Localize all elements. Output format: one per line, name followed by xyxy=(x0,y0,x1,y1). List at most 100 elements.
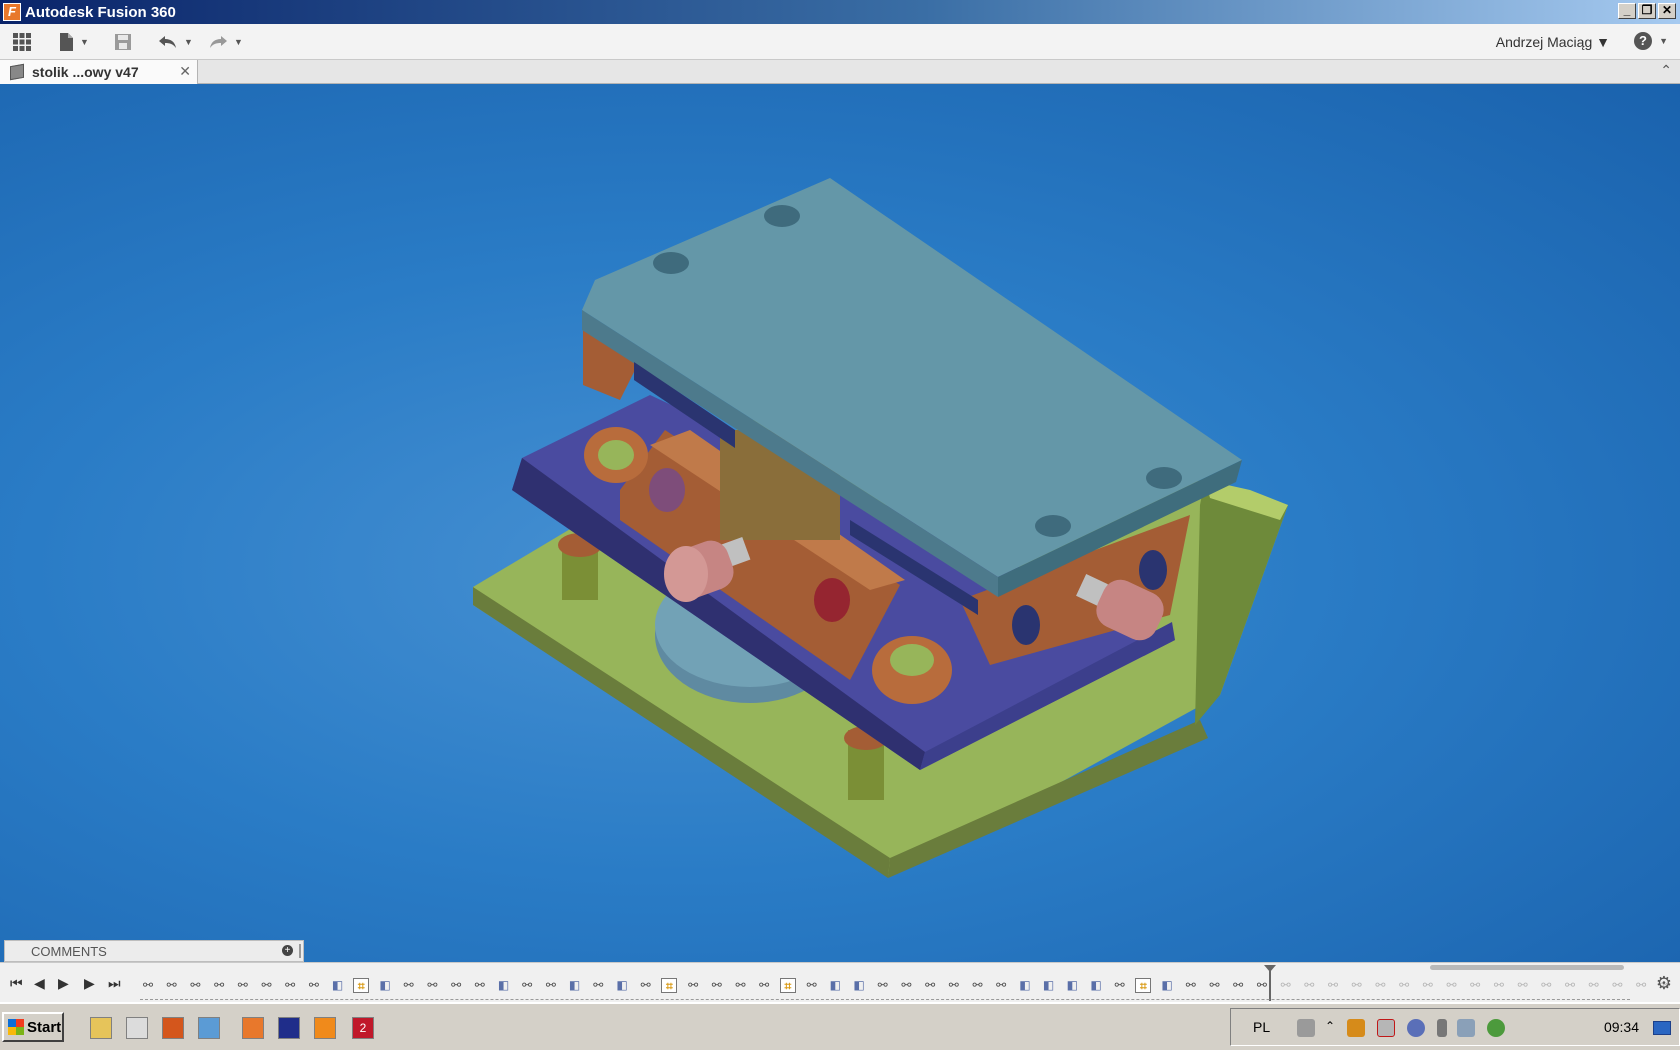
canvas-viewport[interactable] xyxy=(0,84,1680,964)
timeline-joint-icon[interactable]: ⚯ xyxy=(424,978,440,993)
timeline-joint-icon[interactable]: ⚯ xyxy=(1633,978,1649,993)
volume-icon[interactable] xyxy=(1437,1019,1447,1037)
save-icon[interactable] xyxy=(114,32,132,52)
timeline-joint-icon[interactable]: ⚯ xyxy=(1278,978,1294,993)
file-menu-caret-icon[interactable]: ▼ xyxy=(80,37,89,47)
timeline-joint-icon[interactable]: ⚯ xyxy=(259,978,275,993)
timeline-joint-icon[interactable]: ⚯ xyxy=(164,978,180,993)
timeline-sketch-icon[interactable]: ⌗ xyxy=(661,978,678,993)
network-disconnected-icon[interactable] xyxy=(1377,1019,1395,1037)
timeline-joint-icon[interactable]: ⚯ xyxy=(211,978,227,993)
tab-close-icon[interactable]: ✕ xyxy=(179,63,191,80)
timeline-joint-icon[interactable]: ⚯ xyxy=(1207,978,1223,993)
step-forward-icon[interactable]: ▶ xyxy=(84,975,95,992)
timeline-body-icon[interactable]: ◧ xyxy=(567,978,583,993)
timeline-joint-icon[interactable]: ⚯ xyxy=(590,978,606,993)
timeline-joint-icon[interactable]: ⚯ xyxy=(472,978,488,993)
keyboard-icon[interactable] xyxy=(1297,1019,1315,1037)
timeline-joint-icon[interactable]: ⚯ xyxy=(946,978,962,993)
timeline-joint-icon[interactable]: ⚯ xyxy=(543,978,559,993)
app-launch-icon[interactable] xyxy=(198,1017,220,1039)
timeline-body-icon[interactable]: ◧ xyxy=(330,978,346,993)
start-button[interactable]: Start xyxy=(2,1012,64,1042)
timeline-joint-icon[interactable]: ⚯ xyxy=(187,978,203,993)
close-button[interactable]: ✕ xyxy=(1658,3,1676,19)
timeline-joint-icon[interactable]: ⚯ xyxy=(733,978,749,993)
comments-panel[interactable]: COMMENTS + xyxy=(4,940,304,962)
timeline-joint-icon[interactable]: ⚯ xyxy=(993,978,1009,993)
timeline-joint-icon[interactable]: ⚯ xyxy=(1491,978,1507,993)
redo-icon[interactable] xyxy=(208,32,228,52)
timeline-joint-icon[interactable]: ⚯ xyxy=(1562,978,1578,993)
show-desktop-icon[interactable] xyxy=(1653,1021,1671,1035)
timeline-sketch-icon[interactable]: ⌗ xyxy=(1135,978,1152,993)
timeline-joint-icon[interactable]: ⚯ xyxy=(1467,978,1483,993)
timeline-joint-icon[interactable]: ⚯ xyxy=(282,978,298,993)
minimize-button[interactable]: _ xyxy=(1618,3,1636,19)
timeline-joint-icon[interactable]: ⚯ xyxy=(922,978,938,993)
timeline-joint-icon[interactable]: ⚯ xyxy=(1609,978,1625,993)
document-tab[interactable]: stolik ...owy v47 ✕ xyxy=(0,60,198,84)
tray-app-icon[interactable] xyxy=(1347,1019,1365,1037)
timeline-body-icon[interactable]: ◧ xyxy=(1064,978,1080,993)
go-to-end-icon[interactable]: ⏭ xyxy=(108,975,121,992)
timeline-joint-icon[interactable]: ⚯ xyxy=(1254,978,1270,993)
timeline-track[interactable]: ⚯ ⚯ ⚯ ⚯ ⚯ ⚯ ⚯ ⚯ ◧ ⌗ ◧ ⚯ ⚯ ⚯ ⚯ ◧ ⚯ ⚯ ◧ ⚯ ◧ ⚯ ⌗ ⚯ ⚯ ⚯ ⚯ ⌗ ⚯ ◧ ◧ ⚯ ⚯ ⚯ ⚯ ⚯ ⚯ ◧ ◧ ◧… xyxy=(140,964,1670,1002)
firefox-launch-icon[interactable] xyxy=(162,1017,184,1039)
timeline-joint-icon[interactable]: ⚯ xyxy=(140,978,156,993)
timeline-joint-icon[interactable]: ⚯ xyxy=(1372,978,1388,993)
timeline-body-icon[interactable]: ◧ xyxy=(827,978,843,993)
timeline-joint-icon[interactable]: ⚯ xyxy=(804,978,820,993)
timeline-body-icon[interactable]: ◧ xyxy=(377,978,393,993)
restore-button[interactable]: ❐ xyxy=(1638,3,1656,19)
panel-grip-icon[interactable] xyxy=(299,944,301,958)
vlc-launch-icon[interactable] xyxy=(314,1017,336,1039)
model-3d-view[interactable] xyxy=(0,84,1680,964)
timeline-joint-icon[interactable]: ⚯ xyxy=(1325,978,1341,993)
media-launch-icon[interactable] xyxy=(126,1017,148,1039)
timeline-joint-icon[interactable]: ⚯ xyxy=(1230,978,1246,993)
timeline-body-icon[interactable]: ◧ xyxy=(614,978,630,993)
timeline-body-icon[interactable]: ◧ xyxy=(851,978,867,993)
folder-launch-icon[interactable] xyxy=(90,1017,112,1039)
timeline-joint-icon[interactable]: ⚯ xyxy=(401,978,417,993)
tray-expand-icon[interactable]: ⌃ xyxy=(1325,1019,1335,1037)
add-comment-icon[interactable]: + xyxy=(282,945,293,956)
timeline-marker[interactable] xyxy=(1264,965,1276,1001)
security-icon[interactable] xyxy=(1487,1019,1505,1037)
timeline-joint-icon[interactable]: ⚯ xyxy=(970,978,986,993)
ezcad-launch-icon[interactable]: 2 xyxy=(352,1017,374,1039)
language-indicator[interactable]: PL xyxy=(1253,1019,1270,1035)
timeline-settings-icon[interactable]: ⚙ xyxy=(1656,973,1672,994)
timeline-joint-icon[interactable]: ⚯ xyxy=(898,978,914,993)
timeline-joint-icon[interactable]: ⚯ xyxy=(1444,978,1460,993)
timeline-joint-icon[interactable]: ⚯ xyxy=(1301,978,1317,993)
timeline-joint-icon[interactable]: ⚯ xyxy=(709,978,725,993)
help-caret-icon[interactable]: ▼ xyxy=(1659,36,1668,46)
timeline-sketch-icon[interactable]: ⌗ xyxy=(779,978,796,993)
undo-icon[interactable] xyxy=(158,32,178,52)
collapse-chevron-up-icon[interactable]: ⌃ xyxy=(1660,62,1672,79)
timeline-sketch-icon[interactable]: ⌗ xyxy=(353,978,370,993)
help-icon[interactable]: ? xyxy=(1634,32,1652,50)
step-back-icon[interactable]: ◀ xyxy=(34,975,45,992)
timeline-joint-icon[interactable]: ⚯ xyxy=(1112,978,1128,993)
timeline-joint-icon[interactable]: ⚯ xyxy=(1586,978,1602,993)
clock[interactable]: 09:34 xyxy=(1604,1019,1639,1035)
grid-icon[interactable] xyxy=(12,32,32,52)
timeline-joint-icon[interactable]: ⚯ xyxy=(685,978,701,993)
display-icon[interactable] xyxy=(1457,1019,1475,1037)
timeline-joint-icon[interactable]: ⚯ xyxy=(1515,978,1531,993)
go-to-start-icon[interactable]: ⏮ xyxy=(10,975,23,992)
timeline-joint-icon[interactable]: ⚯ xyxy=(1183,978,1199,993)
play-icon[interactable]: ▶ xyxy=(58,975,69,992)
timeline-joint-icon[interactable]: ⚯ xyxy=(306,978,322,993)
user-menu[interactable]: Andrzej Maciąg ▼ xyxy=(1496,34,1610,50)
timeline-joint-icon[interactable]: ⚯ xyxy=(1349,978,1365,993)
timeline-joint-icon[interactable]: ⚯ xyxy=(1420,978,1436,993)
timeline-joint-icon[interactable]: ⚯ xyxy=(1538,978,1554,993)
timeline-body-icon[interactable]: ◧ xyxy=(1088,978,1104,993)
timeline-joint-icon[interactable]: ⚯ xyxy=(1396,978,1412,993)
timeline-joint-icon[interactable]: ⚯ xyxy=(756,978,772,993)
timeline-body-icon[interactable]: ◧ xyxy=(1041,978,1057,993)
